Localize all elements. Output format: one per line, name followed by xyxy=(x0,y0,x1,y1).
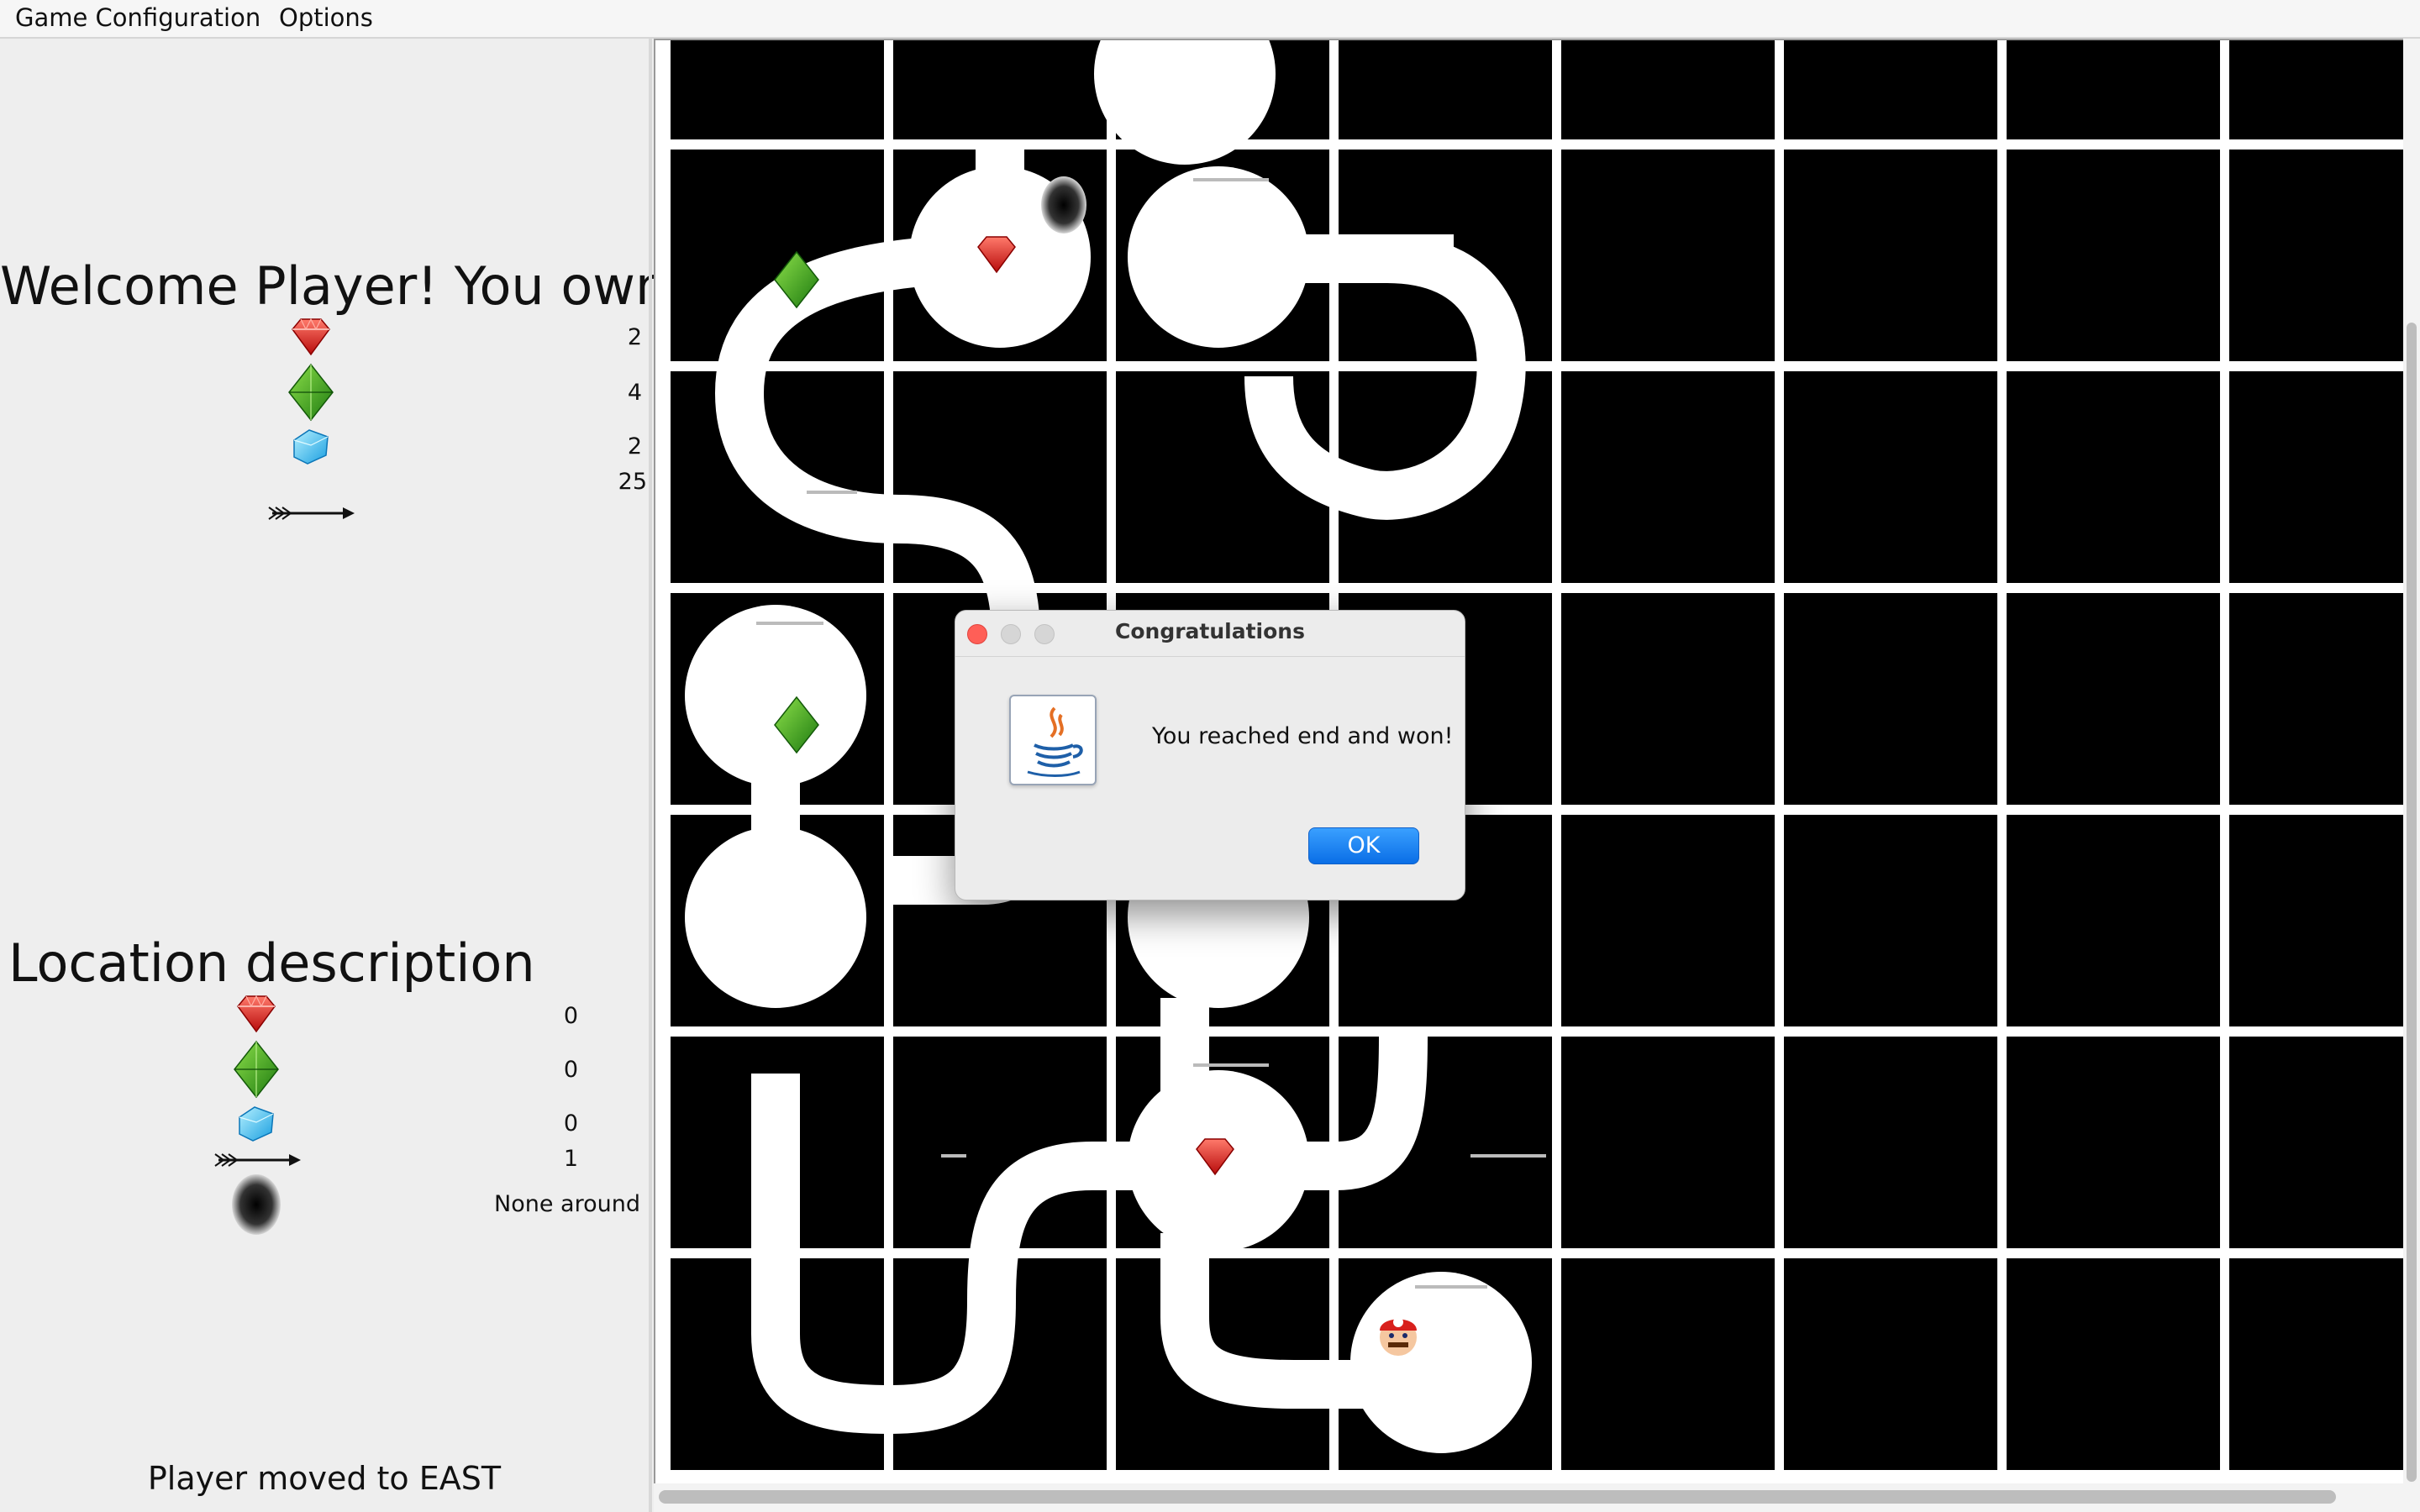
dialog-title: Congratulations xyxy=(1115,619,1305,643)
location-panel-title: Location description xyxy=(8,932,535,994)
java-icon xyxy=(1009,695,1097,785)
location-arrow-count: 1 xyxy=(563,1146,578,1172)
player-panel-title: Welcome Player! You own xyxy=(0,255,669,317)
diamond-icon xyxy=(293,429,329,465)
location-ruby-count: 0 xyxy=(563,1003,578,1029)
panel-divider xyxy=(649,39,652,1512)
dialog-message: You reached end and won! xyxy=(1152,723,1454,749)
emerald-icon xyxy=(288,363,334,422)
maze-grid xyxy=(655,40,2403,1483)
emerald-icon xyxy=(234,1040,279,1099)
player-avatar xyxy=(1380,1317,1417,1356)
location-emerald-count: 0 xyxy=(563,1057,578,1083)
dialog-divider xyxy=(955,656,1465,657)
ruby-icon xyxy=(292,318,330,356)
player-diamond-count: 2 xyxy=(627,433,642,459)
location-pit-status: None around xyxy=(494,1191,640,1217)
menu-options[interactable]: Options xyxy=(279,3,373,32)
pit-icon xyxy=(232,1174,281,1235)
diamond-icon xyxy=(239,1106,274,1142)
ruby-icon xyxy=(237,995,276,1033)
info-panel: Welcome Player! You own 2 4 2 25 Locatio… xyxy=(0,39,668,1512)
horizontal-scrollbar-thumb[interactable] xyxy=(659,1490,2336,1504)
congratulations-dialog: Congratulations You reached end and won!… xyxy=(955,610,1465,900)
player-arrow-count: 25 xyxy=(618,469,647,495)
vertical-scrollbar-thumb[interactable] xyxy=(2407,323,2417,1482)
status-message: Player moved to EAST xyxy=(147,1460,502,1497)
arrow-icon xyxy=(214,1153,301,1167)
ok-button[interactable]: OK xyxy=(1308,827,1419,864)
location-diamond-count: 0 xyxy=(563,1110,578,1137)
game-board xyxy=(654,39,2405,1485)
menu-game-configuration[interactable]: Game Configuration xyxy=(15,3,260,32)
arrow-icon xyxy=(268,507,355,520)
board-pit xyxy=(1041,176,1086,234)
player-emerald-count: 4 xyxy=(627,380,642,406)
menu-bar: Game Configuration Options xyxy=(0,0,2420,39)
player-ruby-count: 2 xyxy=(627,324,642,350)
